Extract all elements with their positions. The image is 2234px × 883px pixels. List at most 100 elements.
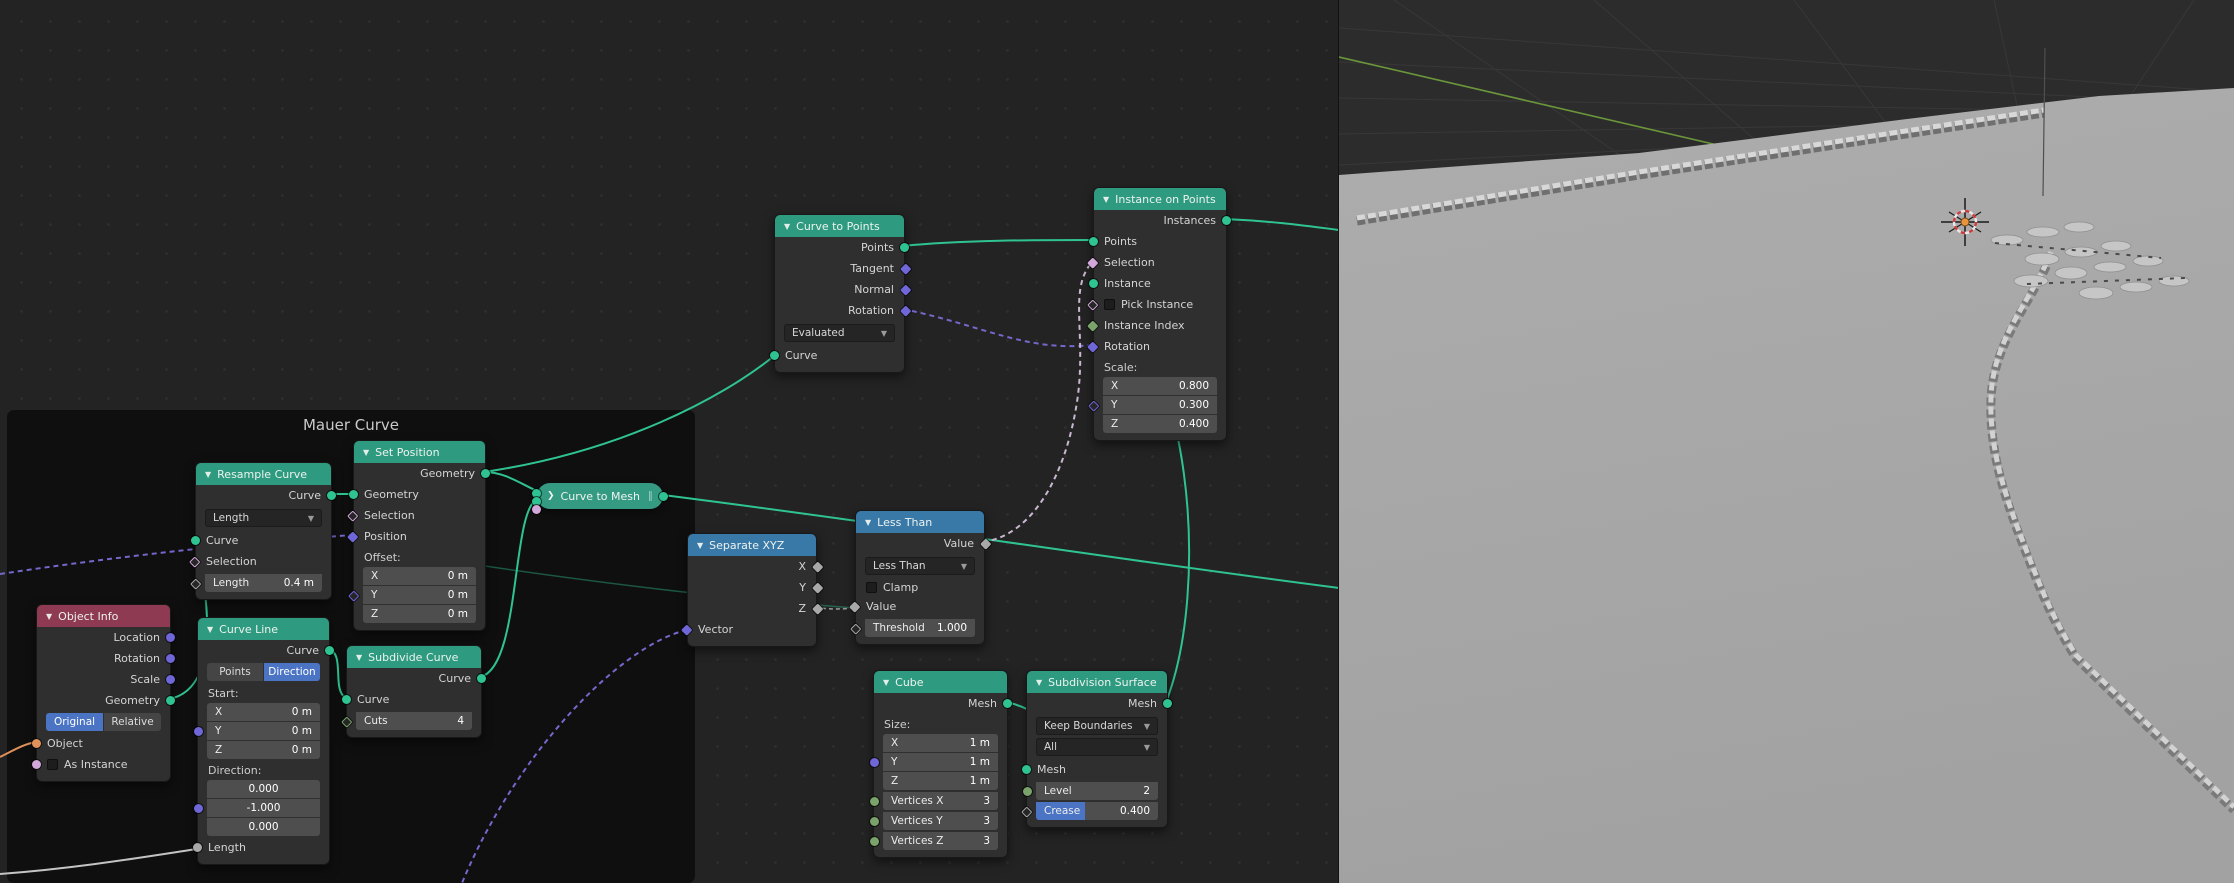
geometry-node-editor[interactable]: Mauer Curve bbox=[0, 0, 1339, 883]
socket-scale-out[interactable] bbox=[166, 675, 175, 684]
offset-x-field[interactable]: X0 m bbox=[363, 567, 476, 585]
collapse-chevron-icon[interactable]: ▼ bbox=[207, 625, 213, 634]
chevron-down-icon: ▼ bbox=[881, 329, 887, 338]
wire-rotation-to-iop-rotation bbox=[903, 309, 1093, 346]
socket-geometry-in[interactable] bbox=[349, 490, 358, 499]
wire-field-to-separatexyz-vector bbox=[462, 630, 687, 883]
node-curve-line[interactable]: ▼Curve Line Curve Points Direction Start… bbox=[197, 617, 330, 865]
uv-smooth-dropdown[interactable]: All▼ bbox=[1036, 738, 1158, 756]
3d-viewport[interactable] bbox=[1339, 0, 2234, 883]
node-resample-curve[interactable]: ▼Resample Curve Curve Length▼ Curve Sele… bbox=[195, 462, 332, 600]
as-instance-checkbox[interactable] bbox=[47, 759, 58, 770]
node-instance-on-points[interactable]: ▼Instance on Points Instances Points Sel… bbox=[1093, 187, 1227, 441]
socket-vertices-y-in[interactable] bbox=[870, 817, 879, 826]
socket-vertices-z-in[interactable] bbox=[870, 837, 879, 846]
collapse-chevron-icon[interactable]: ▼ bbox=[784, 222, 790, 231]
boundary-dropdown[interactable]: Keep Boundaries▼ bbox=[1036, 717, 1158, 735]
socket-vertices-x-in[interactable] bbox=[870, 797, 879, 806]
direction-z-field[interactable]: 0.000 bbox=[207, 818, 320, 836]
start-y-field[interactable]: Y0 m bbox=[207, 722, 320, 740]
direction-x-field[interactable]: 0.000 bbox=[207, 780, 320, 798]
socket-level-in[interactable] bbox=[1023, 787, 1032, 796]
socket-points-in[interactable] bbox=[1089, 237, 1098, 246]
socket-as-instance-in[interactable] bbox=[32, 760, 41, 769]
original-button[interactable]: Original bbox=[46, 713, 103, 731]
offset-z-field[interactable]: Z0 m bbox=[363, 605, 476, 623]
node-separate-xyz[interactable]: ▼Separate XYZ X Y Z Vector bbox=[687, 533, 817, 647]
socket-instances-out[interactable] bbox=[1222, 216, 1231, 225]
socket-location-out[interactable] bbox=[166, 633, 175, 642]
socket-geometry-out[interactable] bbox=[481, 469, 490, 478]
pick-instance-checkbox[interactable] bbox=[1104, 299, 1115, 310]
socket-mesh-out[interactable] bbox=[659, 492, 668, 501]
scale-y-field[interactable]: Y0.300 bbox=[1103, 396, 1217, 414]
socket-size-in[interactable] bbox=[870, 758, 879, 767]
collapse-chevron-icon[interactable]: ▼ bbox=[205, 470, 211, 479]
node-curve-to-mesh[interactable]: ❯ Curve to Mesh ∥ bbox=[537, 483, 663, 509]
socket-curve-out[interactable] bbox=[327, 491, 336, 500]
socket-fill-caps-in[interactable] bbox=[532, 505, 541, 514]
points-button[interactable]: Points bbox=[207, 663, 263, 681]
collapse-chevron-icon[interactable]: ▼ bbox=[1103, 195, 1109, 204]
offset-fields: X0 m Y0 m Z0 m bbox=[363, 567, 476, 623]
socket-mesh-in[interactable] bbox=[1022, 765, 1031, 774]
start-z-field[interactable]: Z0 m bbox=[207, 741, 320, 759]
clamp-checkbox[interactable] bbox=[866, 582, 877, 593]
cuts-field[interactable]: Cuts4 bbox=[356, 712, 472, 730]
expand-chevron-icon[interactable]: ❯ bbox=[547, 491, 555, 501]
scale-z-field[interactable]: Z0.400 bbox=[1103, 415, 1217, 433]
size-x-field[interactable]: X1 m bbox=[883, 734, 998, 752]
mode-dropdown[interactable]: Length▼ bbox=[205, 509, 322, 527]
direction-button[interactable]: Direction bbox=[264, 663, 320, 681]
socket-curve-out[interactable] bbox=[477, 674, 486, 683]
start-x-field[interactable]: X0 m bbox=[207, 703, 320, 721]
collapse-chevron-icon[interactable]: ▼ bbox=[1036, 678, 1042, 687]
collapse-chevron-icon[interactable]: ▼ bbox=[697, 541, 703, 550]
node-object-info[interactable]: ▼Object Info Location Rotation Scale Geo… bbox=[36, 604, 171, 782]
socket-direction-in[interactable] bbox=[194, 804, 203, 813]
socket-length-in[interactable] bbox=[193, 843, 202, 852]
operation-dropdown[interactable]: Less Than▼ bbox=[865, 557, 975, 575]
direction-y-field[interactable]: -1.000 bbox=[207, 799, 320, 817]
editor-split-divider[interactable] bbox=[1338, 0, 1339, 883]
crease-field[interactable]: Crease0.400 bbox=[1036, 802, 1158, 820]
socket-curve-in[interactable] bbox=[770, 351, 779, 360]
socket-points-out[interactable] bbox=[900, 243, 909, 252]
collapse-chevron-icon[interactable]: ▼ bbox=[883, 678, 889, 687]
socket-rotation-out[interactable] bbox=[166, 654, 175, 663]
socket-geometry-out[interactable] bbox=[166, 696, 175, 705]
size-y-field[interactable]: Y1 m bbox=[883, 753, 998, 771]
socket-instance-in[interactable] bbox=[1089, 279, 1098, 288]
socket-curve-in[interactable] bbox=[342, 695, 351, 704]
scale-x-field[interactable]: X0.800 bbox=[1103, 377, 1217, 395]
node-subdivide-curve[interactable]: ▼Subdivide Curve Curve Curve Cuts4 bbox=[346, 645, 482, 738]
socket-mesh-out[interactable] bbox=[1163, 699, 1172, 708]
length-field[interactable]: Length0.4 m bbox=[205, 574, 322, 592]
node-cube[interactable]: ▼Cube Mesh Size: X1 m Y1 m Z1 m Vertices… bbox=[873, 670, 1008, 858]
socket-start-in[interactable] bbox=[194, 727, 203, 736]
chevron-down-icon: ▼ bbox=[1144, 722, 1150, 731]
vertices-y-field[interactable]: Vertices Y3 bbox=[883, 812, 998, 830]
node-subdivision-surface[interactable]: ▼Subdivision Surface Mesh Keep Boundarie… bbox=[1026, 670, 1168, 828]
socket-mesh-out[interactable] bbox=[1003, 699, 1012, 708]
relative-button[interactable]: Relative bbox=[104, 713, 161, 731]
node-curve-to-points[interactable]: ▼Curve to Points Points Tangent Normal R… bbox=[774, 214, 905, 373]
level-field[interactable]: Level2 bbox=[1036, 782, 1158, 800]
mode-dropdown[interactable]: Evaluated▼ bbox=[784, 324, 895, 342]
collapse-chevron-icon[interactable]: ▼ bbox=[865, 518, 871, 527]
node-set-position[interactable]: ▼Set Position Geometry Geometry Selectio… bbox=[353, 440, 486, 631]
size-z-field[interactable]: Z1 m bbox=[883, 772, 998, 790]
collapse-chevron-icon[interactable]: ▼ bbox=[363, 448, 369, 457]
vertices-x-field[interactable]: Vertices X3 bbox=[883, 792, 998, 810]
vertices-z-field[interactable]: Vertices Z3 bbox=[883, 832, 998, 850]
socket-curve-in[interactable] bbox=[191, 536, 200, 545]
offset-y-field[interactable]: Y0 m bbox=[363, 586, 476, 604]
threshold-field[interactable]: Threshold1.000 bbox=[865, 619, 975, 637]
node-title: Separate XYZ bbox=[709, 539, 784, 552]
collapse-chevron-icon[interactable]: ▼ bbox=[356, 653, 362, 662]
socket-curve-out[interactable] bbox=[325, 646, 334, 655]
size-label: Size: bbox=[874, 714, 1007, 733]
socket-object-in[interactable] bbox=[32, 739, 41, 748]
collapse-chevron-icon[interactable]: ▼ bbox=[46, 612, 52, 621]
node-less-than[interactable]: ▼Less Than Value Less Than▼ Clamp Value … bbox=[855, 510, 985, 645]
